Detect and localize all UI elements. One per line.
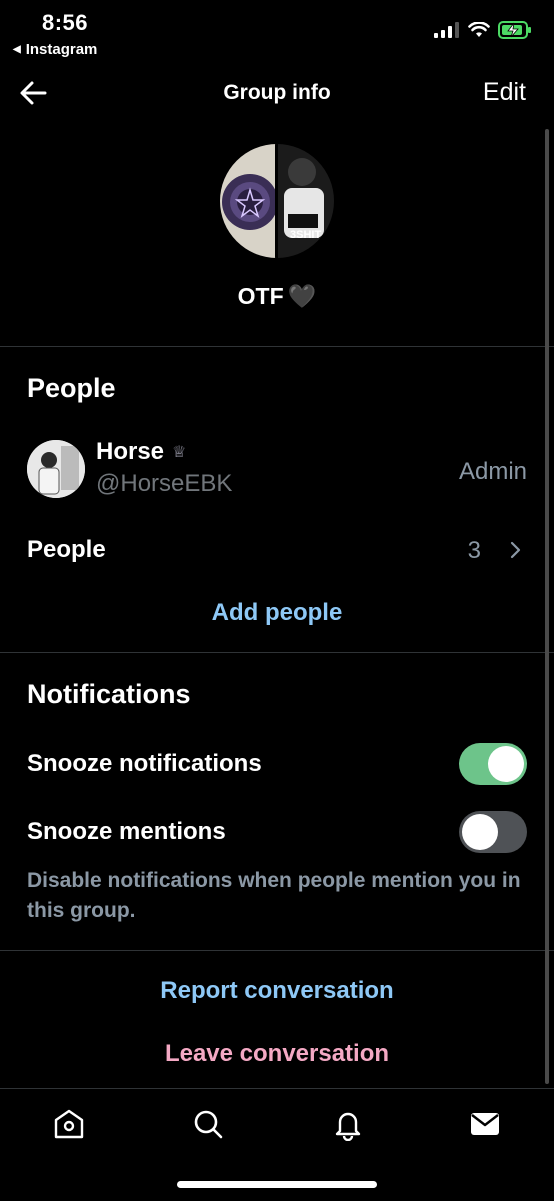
- divider: [0, 346, 554, 347]
- home-icon[interactable]: [52, 1107, 86, 1141]
- group-avatar[interactable]: 3SHIT: [220, 144, 334, 258]
- status-back-app-label: Instagram: [25, 41, 98, 58]
- snooze-mentions-toggle[interactable]: [459, 811, 527, 853]
- report-conversation-button[interactable]: Report conversation: [0, 977, 554, 1005]
- snooze-mentions-help-text: Disable notifications when people mentio…: [27, 869, 521, 922]
- toggle-knob: [488, 746, 524, 782]
- people-section-title: People: [27, 373, 116, 403]
- snooze-notifications-label: Snooze notifications: [27, 750, 262, 777]
- bell-icon[interactable]: [331, 1107, 365, 1141]
- toggle-knob: [462, 814, 498, 850]
- leave-conversation-button[interactable]: Leave conversation: [0, 1040, 554, 1068]
- search-icon[interactable]: [191, 1107, 225, 1141]
- snooze-mentions-label: Snooze mentions: [27, 818, 226, 845]
- status-time: 8:56: [42, 10, 89, 35]
- svg-text:3SHIT: 3SHIT: [290, 229, 321, 241]
- member-handle[interactable]: @HorseEBK: [96, 470, 232, 498]
- status-back-to-app[interactable]: ◀ Instagram: [13, 41, 97, 58]
- scrollbar[interactable]: [545, 129, 549, 1084]
- edit-button[interactable]: Edit: [483, 78, 526, 107]
- group-name: OTF 🖤: [0, 283, 554, 310]
- home-indicator[interactable]: [177, 1181, 377, 1188]
- page-title: Group info: [223, 81, 331, 104]
- people-count[interactable]: 3: [468, 537, 481, 565]
- chevron-right-icon[interactable]: [508, 538, 524, 562]
- people-row-label[interactable]: People: [27, 536, 106, 564]
- add-people-button[interactable]: Add people: [0, 599, 554, 627]
- back-triangle-icon: ◀: [13, 44, 21, 55]
- member-name-text: Horse: [96, 438, 165, 465]
- member-role-badge: Admin: [458, 458, 527, 485]
- wifi-icon: [468, 22, 490, 37]
- mail-icon[interactable]: [468, 1107, 502, 1141]
- divider: [0, 950, 554, 951]
- snooze-notifications-toggle[interactable]: [459, 743, 527, 785]
- crown-icon: ♕: [172, 444, 187, 461]
- member-name[interactable]: Horse ♕: [96, 438, 186, 466]
- status-icons: [434, 21, 532, 39]
- group-name-text: OTF: [237, 283, 284, 309]
- member-avatar[interactable]: [27, 440, 85, 498]
- cellular-signal-icon: [434, 22, 459, 38]
- notifications-section-title: Notifications: [27, 679, 191, 709]
- divider: [0, 652, 554, 653]
- black-heart-icon: 🖤: [287, 283, 317, 309]
- battery-charging-icon: [498, 21, 531, 39]
